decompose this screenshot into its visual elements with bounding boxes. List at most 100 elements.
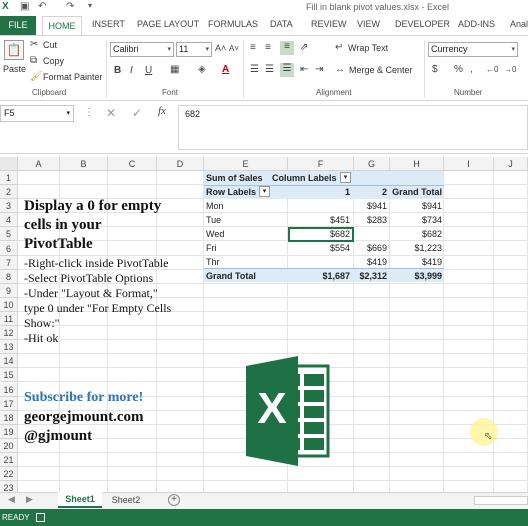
- undo-icon[interactable]: ↶: [38, 1, 46, 12]
- pivot-cell-total: $419: [421, 257, 442, 267]
- merge-center-button[interactable]: Merge & Center: [349, 65, 413, 75]
- copy-button[interactable]: Copy: [43, 56, 64, 66]
- row-header-2[interactable]: 2: [0, 185, 18, 199]
- tab-home[interactable]: HOME: [42, 16, 82, 36]
- borders-icon[interactable]: ▦: [170, 64, 179, 75]
- row-header-14[interactable]: 14: [0, 354, 18, 368]
- paste-button[interactable]: Paste: [3, 64, 26, 74]
- row-header-12[interactable]: 12: [0, 326, 18, 340]
- currency-format-button[interactable]: $: [432, 64, 438, 75]
- sheet-tab-sheet1[interactable]: Sheet1: [58, 492, 102, 508]
- align-top-icon[interactable]: ≡: [250, 42, 256, 53]
- column-header-f[interactable]: F: [288, 157, 354, 171]
- font-size-combo[interactable]: 11 ▾: [176, 42, 212, 57]
- tab-view[interactable]: VIEW: [357, 19, 380, 29]
- row-header-13[interactable]: 13: [0, 340, 18, 354]
- save-icon[interactable]: ▣: [20, 1, 29, 12]
- font-name-combo[interactable]: Calibri ▾: [110, 42, 174, 57]
- align-center-icon[interactable]: ☰: [265, 64, 274, 75]
- bold-button[interactable]: B: [114, 65, 121, 76]
- shrink-font-icon[interactable]: A˅: [229, 44, 239, 53]
- column-header-h[interactable]: H: [390, 157, 444, 171]
- row-header-10[interactable]: 10: [0, 298, 18, 312]
- row-header-5[interactable]: 5: [0, 227, 18, 241]
- comma-style-icon[interactable]: ,: [470, 64, 473, 75]
- row-header-16[interactable]: 16: [0, 383, 18, 397]
- row-header-15[interactable]: 15: [0, 368, 18, 382]
- row-header-19[interactable]: 19: [0, 425, 18, 439]
- column-header-d[interactable]: D: [157, 157, 204, 171]
- scroll-sheets-left-icon[interactable]: ◀: [8, 494, 15, 505]
- tab-page-layout[interactable]: PAGE LAYOUT: [137, 19, 199, 29]
- row-header-9[interactable]: 9: [0, 284, 18, 298]
- tab-file[interactable]: FILE: [0, 16, 36, 35]
- column-filter-dropdown-icon[interactable]: ▾: [340, 172, 351, 183]
- decrease-indent-icon[interactable]: ⇤: [300, 64, 308, 75]
- align-middle-icon[interactable]: ≡: [265, 42, 271, 53]
- row-header-17[interactable]: 17: [0, 397, 18, 411]
- tab-add-ins[interactable]: ADD-INS: [458, 19, 495, 29]
- pivot-row-labels[interactable]: Row Labels: [206, 187, 256, 197]
- row-header-7[interactable]: 7: [0, 256, 18, 270]
- tab-analyze[interactable]: Anal: [510, 19, 528, 29]
- row-header-20[interactable]: 20: [0, 439, 18, 453]
- orientation-icon[interactable]: ⇗: [300, 42, 308, 53]
- row-filter-dropdown-icon[interactable]: ▾: [259, 186, 270, 197]
- insert-function-button[interactable]: fx: [158, 105, 166, 117]
- macro-record-icon[interactable]: [36, 513, 45, 522]
- scroll-sheets-right-icon[interactable]: ▶: [26, 494, 33, 505]
- increase-decimal-icon[interactable]: ←0: [486, 65, 498, 74]
- row-header-8[interactable]: 8: [0, 270, 18, 284]
- row-header-6[interactable]: 6: [0, 242, 18, 256]
- format-painter-button[interactable]: Format Painter: [43, 72, 103, 82]
- align-right-icon[interactable]: ☰: [280, 63, 294, 77]
- column-header-g[interactable]: G: [354, 157, 390, 171]
- pivot-grand-total-total: $3,999: [414, 271, 442, 281]
- customize-qat-icon[interactable]: ▾: [88, 1, 92, 10]
- font-color-icon[interactable]: A: [222, 64, 229, 75]
- cut-button[interactable]: Cut: [43, 40, 57, 50]
- tab-insert[interactable]: INSERT: [92, 19, 125, 29]
- cancel-entry-icon[interactable]: ✕: [106, 106, 116, 120]
- row-header-18[interactable]: 18: [0, 411, 18, 425]
- column-header-c[interactable]: C: [108, 157, 157, 171]
- formula-input[interactable]: 682: [178, 105, 528, 150]
- row-header-1[interactable]: 1: [0, 171, 18, 185]
- wrap-text-button[interactable]: Wrap Text: [348, 43, 388, 53]
- pivot-column-labels[interactable]: Column Labels: [272, 173, 337, 183]
- column-header-a[interactable]: A: [18, 157, 60, 171]
- note-heading-line3: PivotTable: [24, 236, 93, 252]
- tab-formulas[interactable]: FORMULAS: [208, 19, 258, 29]
- align-bottom-icon[interactable]: ≡: [280, 41, 294, 55]
- column-header-e[interactable]: E: [204, 157, 288, 171]
- horizontal-scrollbar[interactable]: [474, 496, 528, 505]
- paste-icon[interactable]: 📋: [4, 40, 24, 60]
- row-header-21[interactable]: 21: [0, 453, 18, 467]
- gridline: [18, 339, 528, 340]
- percent-format-button[interactable]: %: [454, 64, 463, 75]
- increase-indent-icon[interactable]: ⇥: [315, 64, 323, 75]
- tab-developer[interactable]: DEVELOPER: [395, 19, 450, 29]
- new-sheet-button[interactable]: +: [168, 494, 180, 506]
- column-header-b[interactable]: B: [60, 157, 108, 171]
- tab-data[interactable]: DATA: [270, 19, 293, 29]
- select-all-corner[interactable]: [0, 157, 18, 171]
- align-left-icon[interactable]: ☰: [250, 64, 259, 75]
- name-box[interactable]: F5 ▾: [0, 105, 74, 122]
- italic-button[interactable]: I: [130, 65, 133, 76]
- column-header-j[interactable]: J: [494, 157, 528, 171]
- sheet-tab-sheet2[interactable]: Sheet2: [104, 492, 148, 508]
- number-format-combo[interactable]: Currency ▾: [428, 42, 518, 57]
- row-header-11[interactable]: 11: [0, 312, 18, 326]
- row-header-4[interactable]: 4: [0, 213, 18, 227]
- redo-icon[interactable]: ↷: [66, 1, 74, 12]
- grow-font-icon[interactable]: A˄: [215, 43, 226, 53]
- tab-review[interactable]: REVIEW: [311, 19, 347, 29]
- column-header-i[interactable]: I: [444, 157, 494, 171]
- decrease-decimal-icon[interactable]: →0: [504, 65, 516, 74]
- fill-color-icon[interactable]: ◈: [198, 64, 206, 75]
- row-header-22[interactable]: 22: [0, 467, 18, 481]
- row-header-3[interactable]: 3: [0, 199, 18, 213]
- underline-button[interactable]: U: [145, 65, 152, 76]
- confirm-entry-icon[interactable]: ✓: [132, 106, 142, 120]
